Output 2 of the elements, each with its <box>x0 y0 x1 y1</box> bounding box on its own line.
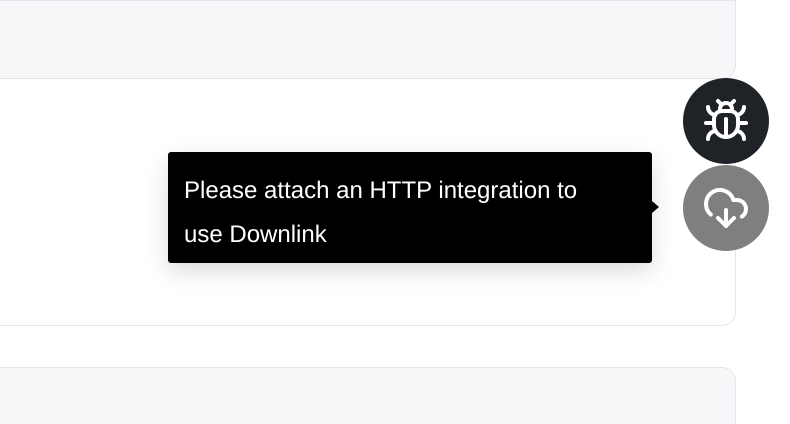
tooltip-arrow-icon <box>652 201 659 213</box>
tooltip: Please attach an HTTP integration to use Downlink <box>168 152 652 263</box>
